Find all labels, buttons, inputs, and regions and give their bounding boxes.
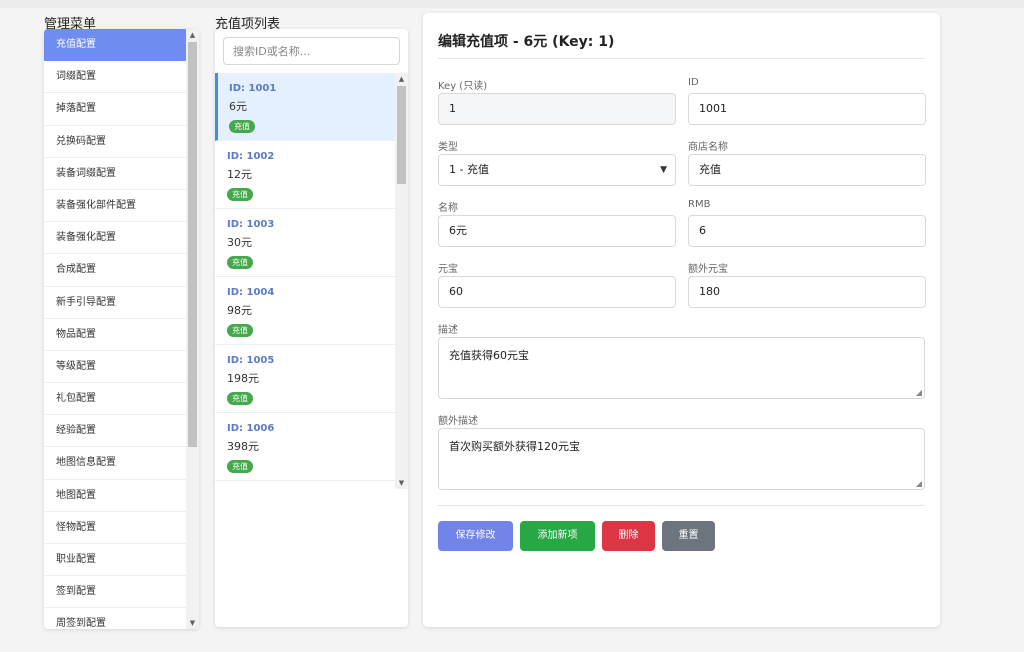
menu-item-sign-in[interactable]: 签到配置 (44, 576, 186, 609)
list-item[interactable]: ID: 1004 98元 充值 (215, 277, 395, 345)
search-input[interactable] (223, 37, 400, 65)
add-item-button[interactable]: 添加新项 (520, 521, 595, 551)
recharge-list-panel: ID: 1001 6元 充值 ID: 1002 12元 充值 ID: 1003 … (215, 29, 408, 627)
extra-description-textarea[interactable]: 首次购买额外获得120元宝 ◢ (438, 428, 925, 490)
item-type-badge: 充值 (229, 120, 255, 133)
item-id: ID: 1004 (227, 287, 275, 298)
type-select[interactable]: 1 - 充值 ▼ (438, 154, 676, 186)
reset-button[interactable]: 重置 (662, 521, 715, 551)
menu-item-redeem-code[interactable]: 兑换码配置 (44, 126, 186, 158)
item-name: 198元 (227, 372, 259, 385)
resize-grip-icon[interactable]: ◢ (916, 388, 922, 397)
menu-item-experience[interactable]: 经验配置 (44, 415, 186, 448)
item-name: 6元 (229, 100, 247, 113)
menu-item-weekly-sign-in[interactable]: 周签到配置 (44, 608, 186, 629)
menu-item-gift-pack[interactable]: 礼包配置 (44, 383, 186, 416)
item-type-badge: 充值 (227, 256, 253, 269)
divider (438, 58, 925, 59)
description-label: 描述 (438, 325, 458, 336)
description-text: 充值获得60元宝 (449, 349, 529, 362)
item-name: 98元 (227, 304, 252, 317)
save-button[interactable]: 保存修改 (438, 521, 513, 551)
list-item[interactable]: ID: 1003 30元 充值 (215, 209, 395, 277)
menu-list: 充值配置 词缀配置 掉落配置 兑换码配置 装备词缀配置 装备强化部件配置 装备强… (44, 29, 186, 629)
item-type-badge: 充值 (227, 460, 253, 473)
menu-item-class[interactable]: 职业配置 (44, 544, 186, 577)
yuanbao-label: 元宝 (438, 264, 458, 275)
type-label: 类型 (438, 142, 458, 153)
item-id: ID: 1006 (227, 423, 275, 434)
extra-yuanbao-field[interactable]: 180 (688, 276, 926, 308)
item-id: ID: 1001 (229, 83, 277, 94)
list-scrollbar[interactable]: ▲ ▼ (395, 73, 408, 489)
yuanbao-field[interactable]: 60 (438, 276, 676, 308)
menu-item-tutorial[interactable]: 新手引导配置 (44, 287, 186, 319)
menu-item-affix[interactable]: 词缀配置 (44, 61, 186, 94)
name-field[interactable]: 6元 (438, 215, 676, 247)
resize-grip-icon[interactable]: ◢ (916, 479, 922, 488)
editor-title: 编辑充值项 - 6元 (Key: 1) (438, 34, 615, 50)
scroll-up-arrow-icon[interactable]: ▲ (186, 29, 199, 41)
item-type-badge: 充值 (227, 392, 253, 405)
menu-item-recharge[interactable]: 充值配置 (44, 29, 186, 62)
menu-item-map-info[interactable]: 地图信息配置 (44, 447, 186, 480)
extra-description-text: 首次购买额外获得120元宝 (449, 440, 580, 453)
menu-scrollbar[interactable]: ▲ ▼ (186, 29, 199, 629)
extra-description-label: 额外描述 (438, 416, 478, 427)
item-name: 30元 (227, 236, 252, 249)
rmb-label: RMB (688, 199, 711, 210)
edit-panel: 编辑充值项 - 6元 (Key: 1) Key (只读) 1 ID 1001 类… (423, 13, 940, 627)
list-scroll-thumb[interactable] (397, 86, 406, 184)
divider (438, 505, 925, 506)
menu-item-map[interactable]: 地图配置 (44, 480, 186, 512)
scroll-up-arrow-icon[interactable]: ▲ (395, 73, 408, 85)
top-band (0, 0, 1024, 8)
scroll-down-arrow-icon[interactable]: ▼ (395, 477, 408, 489)
description-textarea[interactable]: 充值获得60元宝 ◢ (438, 337, 925, 399)
item-id: ID: 1002 (227, 151, 275, 162)
menu-item-equip-affix[interactable]: 装备词缀配置 (44, 158, 186, 190)
item-type-badge: 充值 (227, 188, 253, 201)
admin-menu: 充值配置 词缀配置 掉落配置 兑换码配置 装备词缀配置 装备强化部件配置 装备强… (44, 29, 199, 629)
name-label: 名称 (438, 203, 458, 214)
item-type-badge: 充值 (227, 324, 253, 337)
id-field[interactable]: 1001 (688, 93, 926, 125)
item-id: ID: 1005 (227, 355, 275, 366)
delete-button[interactable]: 删除 (602, 521, 655, 551)
list-item[interactable]: ID: 1005 198元 充值 (215, 345, 395, 413)
type-select-value: 1 - 充值 (449, 163, 489, 176)
list-item[interactable]: ID: 1006 398元 充值 (215, 413, 395, 481)
scroll-down-arrow-icon[interactable]: ▼ (186, 617, 199, 629)
key-field: 1 (438, 93, 676, 125)
chevron-down-icon: ▼ (660, 165, 667, 175)
item-name: 12元 (227, 168, 252, 181)
list-item[interactable]: ID: 1001 6元 充值 (215, 73, 395, 141)
menu-item-equip-enhance-part[interactable]: 装备强化部件配置 (44, 190, 186, 223)
key-label: Key (只读) (438, 81, 488, 92)
recharge-list: ID: 1001 6元 充值 ID: 1002 12元 充值 ID: 1003 … (215, 73, 408, 489)
id-label: ID (688, 77, 699, 88)
menu-scroll-thumb[interactable] (188, 42, 197, 447)
rmb-field[interactable]: 6 (688, 215, 926, 247)
menu-item-level[interactable]: 等级配置 (44, 351, 186, 384)
list-item[interactable]: ID: 1002 12元 充值 (215, 141, 395, 209)
extra-yuanbao-label: 额外元宝 (688, 264, 728, 275)
menu-item-synthesis[interactable]: 合成配置 (44, 254, 186, 287)
menu-item-equip-enhance[interactable]: 装备强化配置 (44, 222, 186, 255)
menu-item-monster[interactable]: 怪物配置 (44, 512, 186, 544)
menu-item-drop[interactable]: 掉落配置 (44, 93, 186, 126)
item-name: 398元 (227, 440, 259, 453)
shop-name-label: 商店名称 (688, 142, 728, 153)
item-id: ID: 1003 (227, 219, 275, 230)
shop-name-field[interactable]: 充值 (688, 154, 926, 186)
menu-item-items[interactable]: 物品配置 (44, 319, 186, 351)
